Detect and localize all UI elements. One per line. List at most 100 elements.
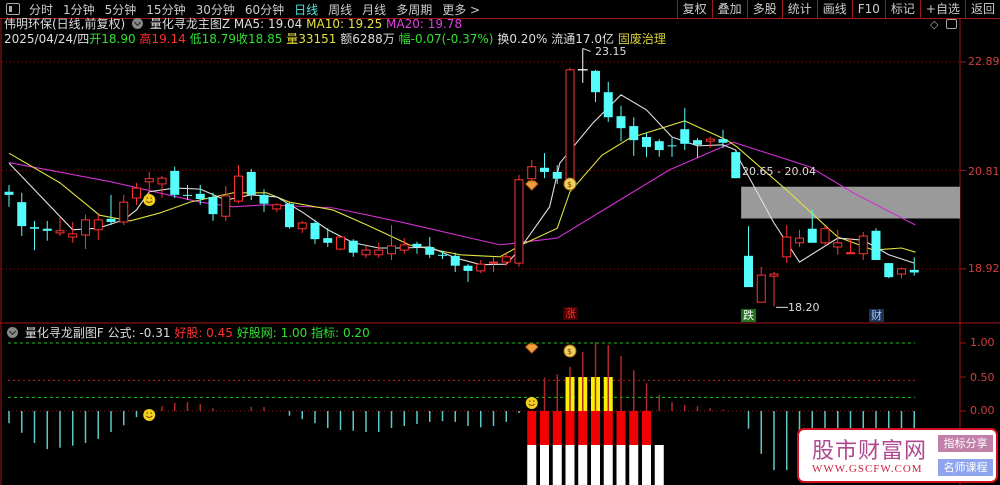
- candle-down: [731, 152, 741, 179]
- watermark-tag: 指标分享: [938, 435, 993, 452]
- candle-down: [871, 230, 881, 260]
- candle-down: [42, 228, 52, 231]
- toolbar-button[interactable]: 返回: [964, 0, 1000, 19]
- sub-indicator-name[interactable]: 量化寻龙副图F: [25, 326, 104, 340]
- candle-up: [157, 177, 167, 185]
- good-value: 好股: 0.45: [174, 326, 233, 340]
- panel-toggle-icon[interactable]: [6, 3, 20, 15]
- candle-down: [30, 227, 39, 229]
- candle-down: [629, 126, 639, 141]
- smiley-icon: [143, 194, 156, 206]
- signal-block-white: [629, 445, 639, 485]
- kline-chart[interactable]: $$: [0, 0, 1000, 485]
- candle-up: [221, 195, 231, 217]
- moneybag-symbol: $: [567, 347, 572, 356]
- sub-axis-label: 1.00: [970, 336, 995, 349]
- candle-down: [463, 265, 473, 271]
- candle-down: [310, 222, 320, 240]
- ma10-value: MA10: 19.25: [306, 17, 383, 31]
- candle-up: [846, 252, 855, 255]
- toolbar-button[interactable]: +自选: [919, 0, 965, 19]
- smile-eye: [146, 412, 149, 414]
- signal-block-white: [540, 445, 549, 485]
- signal-block-white: [552, 445, 562, 485]
- candle-down: [246, 171, 256, 195]
- low-value: 18.79: [201, 32, 236, 46]
- signal-block-red: [565, 411, 575, 445]
- candle-down: [208, 196, 218, 215]
- signal-block-white: [603, 445, 613, 485]
- date: 2025/04/24/四: [4, 32, 90, 46]
- chevron-down-icon[interactable]: [132, 18, 144, 29]
- stock-name: 伟明环保(日线,前复权): [4, 17, 126, 31]
- moneybag-symbol: $: [567, 180, 572, 189]
- low-price-label: 18.20: [788, 301, 820, 314]
- candle-down: [450, 255, 460, 266]
- toolbar-button[interactable]: F10: [851, 0, 885, 19]
- candle-down: [603, 92, 613, 118]
- open-label: 开: [89, 32, 102, 46]
- toolbar-button[interactable]: 标记: [884, 0, 920, 19]
- candle-up: [795, 237, 804, 244]
- smiley-icon: [143, 409, 156, 421]
- candle-down: [170, 170, 180, 195]
- high-label: 高: [139, 32, 152, 46]
- watermark: 股市财富网 WWW.GSCFW.COM 指标分享 名师课程: [797, 428, 998, 483]
- quote-line: 2025/04/24/四开18.90 高19.14 低18.79收18.85 量…: [4, 30, 666, 47]
- sub-axis-label: 0.00: [970, 404, 995, 417]
- indicator-name[interactable]: 量化寻龙主图Z: [150, 17, 230, 31]
- candle-up: [897, 268, 906, 275]
- candle-up: [833, 242, 843, 248]
- right-toolbar: 复权 叠加 多股 统计 画线 F10 标记 +自选 返回: [676, 0, 1000, 19]
- candle-down: [195, 193, 205, 200]
- signal-block-red: [591, 411, 600, 445]
- sub-axis-label: 0.50: [970, 371, 995, 384]
- candle-down: [259, 194, 269, 204]
- close-value: 18.85: [248, 32, 283, 46]
- candle-up: [769, 273, 779, 277]
- candle-up: [756, 274, 766, 303]
- toolbar-button[interactable]: 多股: [746, 0, 782, 19]
- sector-link[interactable]: 固废治理: [618, 32, 666, 46]
- change-value: -0.07(-0.37%): [410, 32, 494, 46]
- volume-value: 33151: [298, 32, 337, 46]
- sub-chart-title: 量化寻龙副图F 公式: -0.31 好股: 0.45 好股网: 1.00 指标:…: [4, 324, 370, 341]
- candle-up: [93, 219, 103, 231]
- change-label: 幅: [398, 32, 411, 46]
- candle-down: [425, 246, 435, 255]
- candle-up: [119, 201, 129, 223]
- candle-up: [55, 230, 65, 234]
- toolbar-button[interactable]: 统计: [781, 0, 817, 19]
- low-label: 低: [189, 32, 202, 46]
- candle-up: [820, 228, 830, 244]
- candle-up: [399, 244, 409, 251]
- candle-up: [81, 219, 90, 236]
- close-label: 收: [236, 32, 249, 46]
- candle-down: [183, 194, 192, 196]
- chevron-down-icon[interactable]: [7, 327, 18, 338]
- candle-down: [807, 228, 817, 243]
- toolbar-button[interactable]: 叠加: [711, 0, 747, 19]
- goodnet-value: 好股网: 1.00: [236, 326, 308, 340]
- candle-down: [17, 202, 27, 227]
- diamond-icon[interactable]: ◇: [930, 18, 938, 31]
- ma5-value: MA5: 19.04: [233, 17, 303, 31]
- price-label: 20.81: [968, 165, 1000, 178]
- signal-block-white: [578, 445, 588, 485]
- signal-block-red: [603, 411, 613, 445]
- signal-block-red: [616, 411, 626, 445]
- smiley-icon: [525, 397, 538, 409]
- toolbar-button[interactable]: 复权: [676, 0, 712, 19]
- price-label: 18.92: [968, 262, 1000, 275]
- panel-icon[interactable]: [946, 19, 957, 29]
- candle-down: [642, 137, 651, 147]
- signal-block-red: [629, 411, 639, 445]
- signal-block-white: [527, 445, 537, 485]
- finance-marker: 财: [869, 309, 884, 322]
- candle-up: [374, 249, 384, 256]
- candle-down: [909, 269, 919, 273]
- candle-up: [782, 236, 792, 258]
- candle-down: [412, 243, 422, 247]
- candle-up: [234, 175, 243, 202]
- toolbar-button[interactable]: 画线: [816, 0, 852, 19]
